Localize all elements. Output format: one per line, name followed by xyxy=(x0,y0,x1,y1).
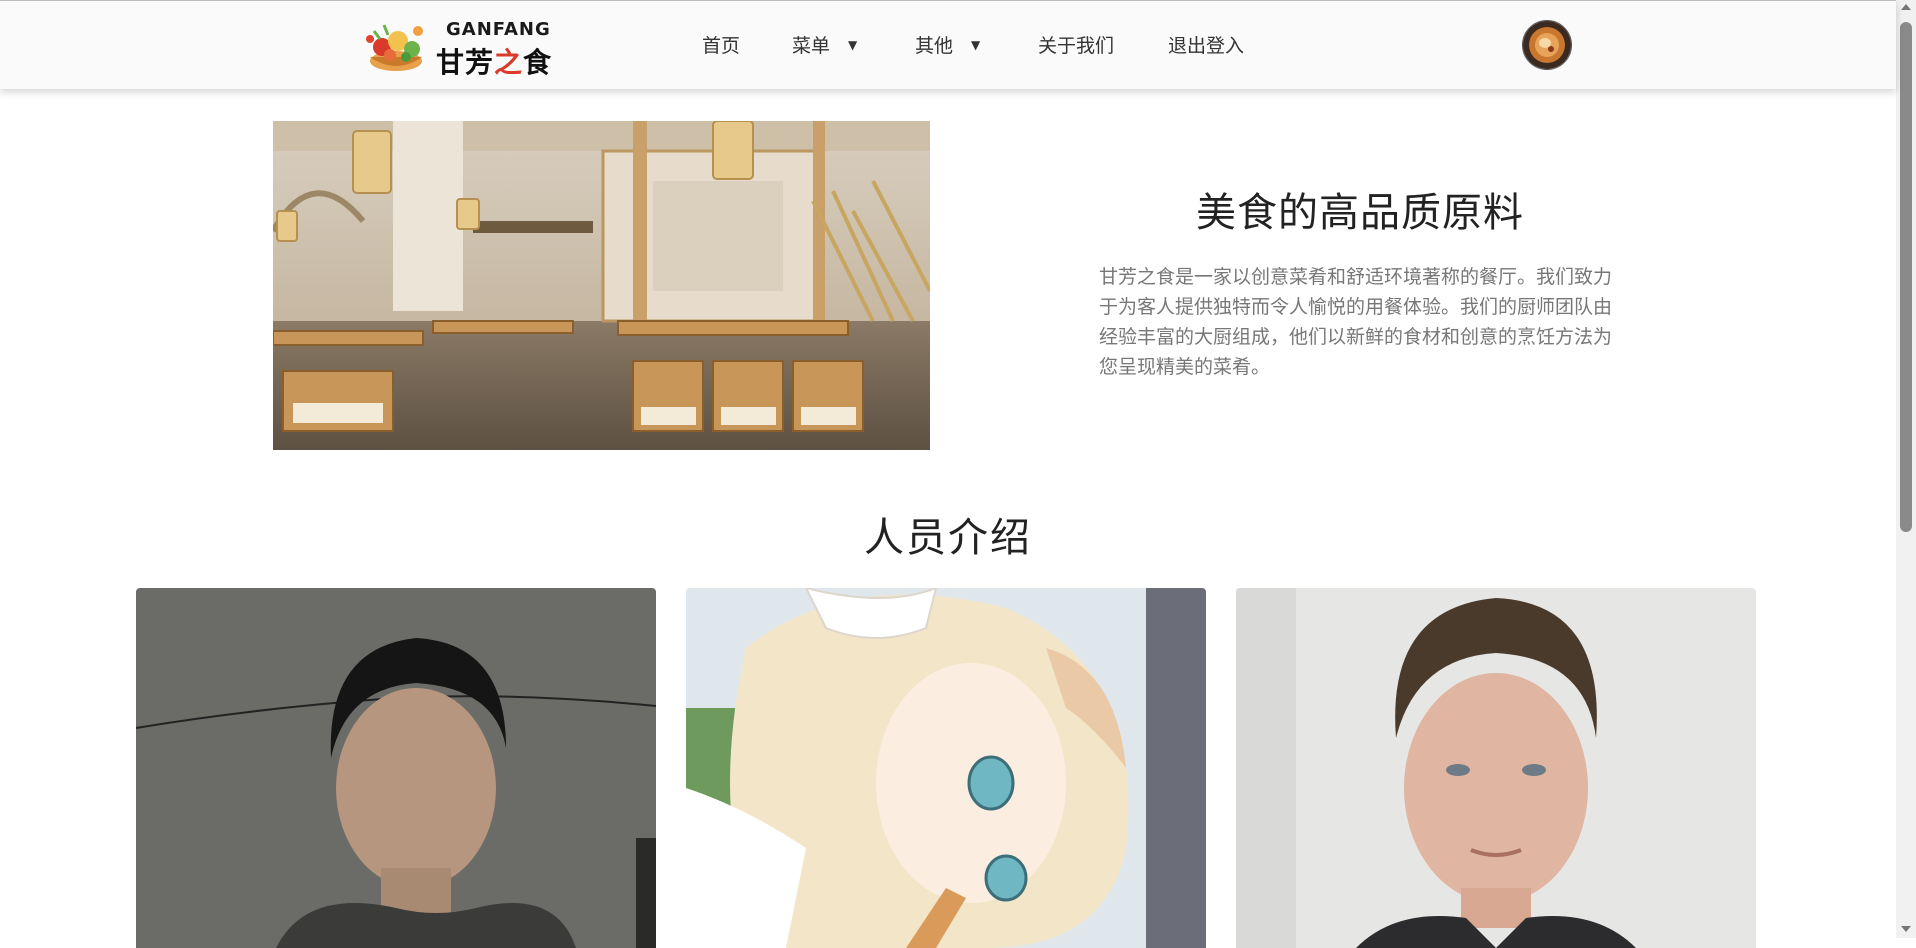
scroll-thumb[interactable] xyxy=(1900,22,1912,532)
team-member-photo xyxy=(1236,588,1756,948)
avatar-image xyxy=(1523,21,1571,69)
caret-down-icon: ▼ xyxy=(971,38,981,52)
nav-menu-dropdown[interactable]: 菜单 ▼ xyxy=(792,31,857,58)
team-member-photo xyxy=(686,588,1206,948)
about-description: 甘芳之食是一家以创意菜肴和舒适环境著称的餐厅。我们致力于为客人提供独特而令人愉悦… xyxy=(1099,266,1613,378)
team-section-title: 人员介绍 xyxy=(864,515,1032,561)
nav-home[interactable]: 首页 xyxy=(702,31,740,58)
nav-other-label: 其他 xyxy=(915,35,954,57)
nav-menu-label: 菜单 xyxy=(792,35,831,57)
logo-text-cn: 甘芳之食 xyxy=(436,46,553,79)
nav-about-us[interactable]: 关于我们 xyxy=(1038,31,1114,58)
team-member-card[interactable] xyxy=(1236,588,1756,948)
nav-about-label: 关于我们 xyxy=(1038,35,1115,57)
page-scrollbar[interactable] xyxy=(1896,0,1916,938)
nav-logout[interactable]: 退出登入 xyxy=(1168,31,1244,58)
restaurant-interior-image xyxy=(273,121,930,450)
team-member-card[interactable] xyxy=(136,588,656,948)
nav-logout-label: 退出登入 xyxy=(1168,35,1245,57)
nav-other-dropdown[interactable]: 其他 ▼ xyxy=(915,31,980,58)
food-basket-icon xyxy=(366,24,423,71)
user-avatar[interactable] xyxy=(1522,20,1572,70)
navbar: GANFANG 甘芳之食 首页 菜单 ▼ 其他 ▼ 关于我们 退出登入 xyxy=(0,0,1896,89)
caret-down-icon: ▼ xyxy=(848,38,858,52)
site-logo[interactable]: GANFANG 甘芳之食 xyxy=(360,17,560,79)
team-member-card[interactable] xyxy=(686,588,1206,948)
team-member-photo xyxy=(136,588,656,948)
scroll-up-arrow-icon[interactable] xyxy=(1901,4,1911,10)
scroll-down-arrow-icon[interactable] xyxy=(1901,926,1911,932)
logo-text-en: GANFANG xyxy=(446,19,551,40)
nav-home-label: 首页 xyxy=(702,35,741,57)
about-title: 美食的高品质原料 xyxy=(1196,190,1524,236)
